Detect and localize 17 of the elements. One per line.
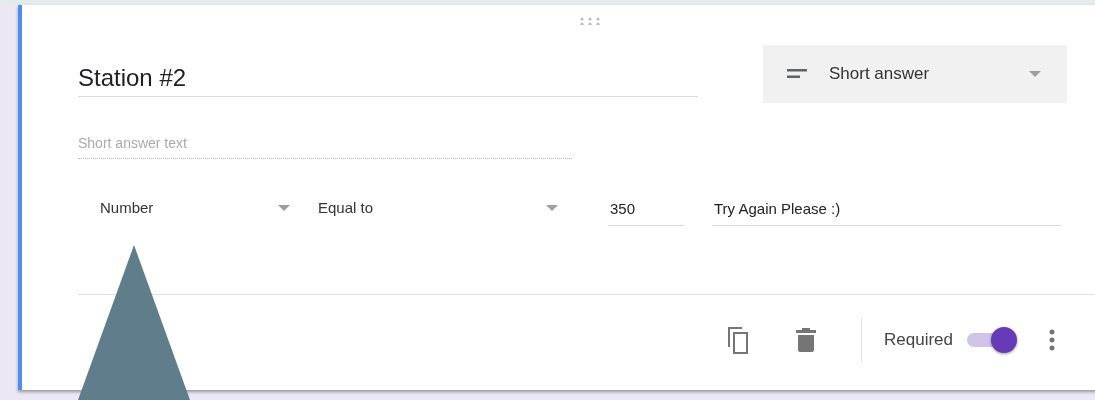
caret-icon [1029, 71, 1041, 77]
drag-handle-icon[interactable] [580, 17, 600, 25]
error-text-field[interactable]: Try Again Please :) [712, 200, 1061, 226]
condition-dropdown[interactable]: Equal to [318, 195, 568, 226]
validation-type-dropdown[interactable]: Number [78, 195, 300, 226]
more-icon[interactable] [1049, 329, 1055, 351]
short-text-icon [787, 69, 807, 79]
trash-icon[interactable] [796, 328, 816, 352]
answer-placeholder-field: Short answer text [78, 135, 572, 159]
question-type-dropdown[interactable]: Short answer [763, 45, 1067, 103]
caret-icon [546, 204, 558, 211]
question-title-field[interactable]: Station #2 [78, 49, 698, 97]
caret-icon [278, 204, 290, 211]
required-label: Required [884, 330, 953, 350]
copy-icon[interactable] [725, 325, 751, 355]
required-toggle[interactable] [967, 326, 1019, 354]
number-field[interactable]: 350 [608, 200, 684, 226]
